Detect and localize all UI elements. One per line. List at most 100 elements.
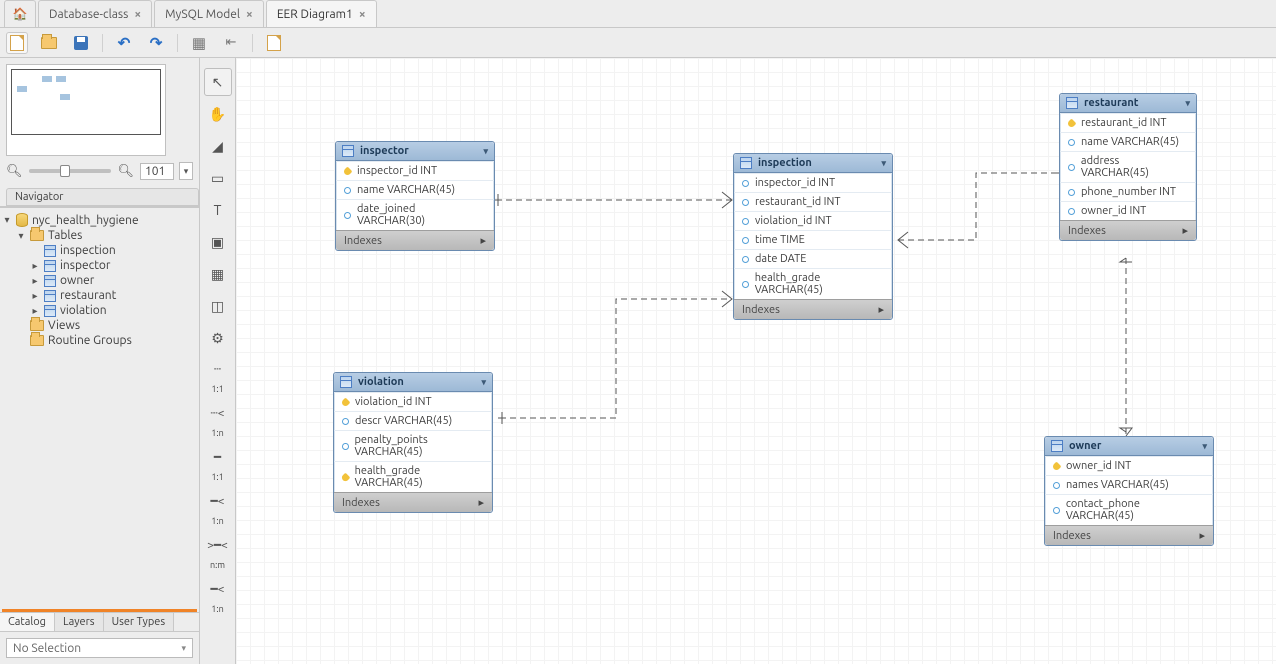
column-row[interactable]: descr VARCHAR(45) [334,411,492,430]
column-row[interactable]: restaurant_id INT [1060,113,1196,132]
hand-tool[interactable]: ✋ [204,100,232,128]
column-row[interactable]: contact_phone VARCHAR(45) [1045,494,1213,525]
entity-header[interactable]: inspector▾ [336,142,494,161]
table-node-restaurant[interactable]: ▸restaurant [2,288,195,303]
rel-1nc-tool[interactable]: ━< [204,576,232,604]
save-button[interactable] [70,32,92,54]
collapse-icon[interactable]: ▾ [1185,98,1190,109]
indexes-row[interactable]: Indexes▸ [734,299,892,319]
layer-tool[interactable]: ▭ [204,164,232,192]
rel-1n-tool[interactable]: ┄< [204,400,232,428]
diagram-overview[interactable] [6,64,166,156]
column-row[interactable]: violation_id INT [334,392,492,411]
table-node-inspector[interactable]: ▸inspector [2,258,195,273]
text-tool[interactable]: T [204,196,232,224]
table-node-inspection[interactable]: inspection [2,243,195,258]
export-button[interactable] [263,32,285,54]
export-icon [267,35,281,51]
selection-dropdown[interactable]: No Selection▾ [6,638,193,658]
indexes-row[interactable]: Indexes▸ [336,230,494,250]
column-row[interactable]: inspector_id INT [336,161,494,180]
close-icon[interactable]: × [134,8,141,21]
entity-inspector[interactable]: inspector▾ inspector_id INT name VARCHAR… [335,141,495,251]
column-row[interactable]: restaurant_id INT [734,192,892,211]
table-node-violation[interactable]: ▸violation [2,303,195,318]
column-row[interactable]: health_grade VARCHAR(45) [334,461,492,492]
tab-database-class[interactable]: Database-class× [38,0,152,27]
column-row[interactable]: inspector_id INT [734,173,892,192]
redo-button[interactable]: ↷ [145,32,167,54]
entity-header[interactable]: inspection▾ [734,154,892,173]
routine-tool[interactable]: ⚙ [204,324,232,352]
entity-restaurant[interactable]: restaurant▾ restaurant_id INT name VARCH… [1059,93,1197,241]
tab-eer-diagram[interactable]: EER Diagram1× [266,0,377,27]
zoom-value[interactable]: 101 [140,163,174,180]
column-row[interactable]: names VARCHAR(45) [1045,475,1213,494]
column-def: health_grade VARCHAR(45) [355,465,484,489]
entity-inspection[interactable]: inspection▾ inspector_id INT restaurant_… [733,153,893,320]
rel-11-tool[interactable]: ┄ [204,356,232,384]
tables-folder[interactable]: ▾Tables [2,228,195,243]
column-row[interactable]: health_grade VARCHAR(45) [734,268,892,299]
table-icon [1066,97,1078,109]
collapse-icon[interactable]: ▾ [481,377,486,388]
layers-tab[interactable]: Layers [55,613,104,631]
diagram-canvas[interactable]: inspector▾ inspector_id INT name VARCHAR… [236,58,1276,664]
indexes-label: Indexes [1068,225,1106,237]
column-row[interactable]: name VARCHAR(45) [1060,132,1196,151]
entity-violation[interactable]: violation▾ violation_id INT descr VARCHA… [333,372,493,513]
home-tab[interactable]: 🏠 [4,0,36,27]
selection-label: No Selection [13,642,81,655]
indexes-row[interactable]: Indexes▸ [1060,220,1196,240]
column-row[interactable]: date DATE [734,249,892,268]
indexes-row[interactable]: Indexes▸ [334,492,492,512]
zoom-out-icon[interactable]: 🔍︎ [6,164,23,179]
table-node-owner[interactable]: ▸owner [2,273,195,288]
entity-header[interactable]: owner▾ [1045,437,1213,456]
align-button[interactable]: ⇤ [220,32,242,54]
zoom-slider[interactable] [29,169,112,173]
rel-11b-tool[interactable]: ━ [204,444,232,472]
usertypes-tab[interactable]: User Types [104,613,175,631]
rel-nm-tool[interactable]: >━< [204,532,232,560]
rel-1nb-tool[interactable]: ━< [204,488,232,516]
entity-header[interactable]: restaurant▾ [1060,94,1196,113]
tab-mysql-model[interactable]: MySQL Model× [154,0,264,27]
navigator-tab[interactable]: Navigator [6,188,199,206]
entity-header[interactable]: violation▾ [334,373,492,392]
column-row[interactable]: phone_number INT [1060,182,1196,201]
column-row[interactable]: date_joined VARCHAR(30) [336,199,494,230]
table-tool[interactable]: ▦ [204,260,232,288]
folder-label: Tables [48,229,82,242]
indexes-row[interactable]: Indexes▸ [1045,525,1213,545]
collapse-icon[interactable]: ▾ [1202,441,1207,452]
routine-icon: ⚙ [211,330,224,347]
collapse-icon[interactable]: ▾ [483,146,488,157]
routines-folder[interactable]: Routine Groups [2,333,195,348]
close-icon[interactable]: × [246,8,253,21]
collapse-icon[interactable]: ▾ [881,158,886,169]
undo-button[interactable]: ↶ [113,32,135,54]
entity-owner[interactable]: owner▾ owner_id INT names VARCHAR(45) co… [1044,436,1214,546]
view-tool[interactable]: ◫ [204,292,232,320]
image-tool[interactable]: ▣ [204,228,232,256]
column-row[interactable]: violation_id INT [734,211,892,230]
column-def: descr VARCHAR(45) [355,415,452,427]
column-row[interactable]: name VARCHAR(45) [336,180,494,199]
column-row[interactable]: address VARCHAR(45) [1060,151,1196,182]
catalog-tab[interactable]: Catalog [0,613,55,631]
views-folder[interactable]: Views [2,318,195,333]
close-icon[interactable]: × [359,8,366,21]
grid-button[interactable]: ▦ [188,32,210,54]
column-row[interactable]: owner_id INT [1060,201,1196,220]
zoom-in-icon[interactable]: 🔍︎ [117,164,134,179]
zoom-dropdown[interactable]: ▾ [179,162,193,180]
eraser-tool[interactable]: ◢ [204,132,232,160]
pointer-tool[interactable]: ↖ [204,68,232,96]
open-file-button[interactable] [38,32,60,54]
new-file-button[interactable] [6,32,28,54]
schema-node[interactable]: ▾nyc_health_hygiene [2,212,195,228]
column-row[interactable]: penalty_points VARCHAR(45) [334,430,492,461]
column-row[interactable]: time TIME [734,230,892,249]
column-row[interactable]: owner_id INT [1045,456,1213,475]
